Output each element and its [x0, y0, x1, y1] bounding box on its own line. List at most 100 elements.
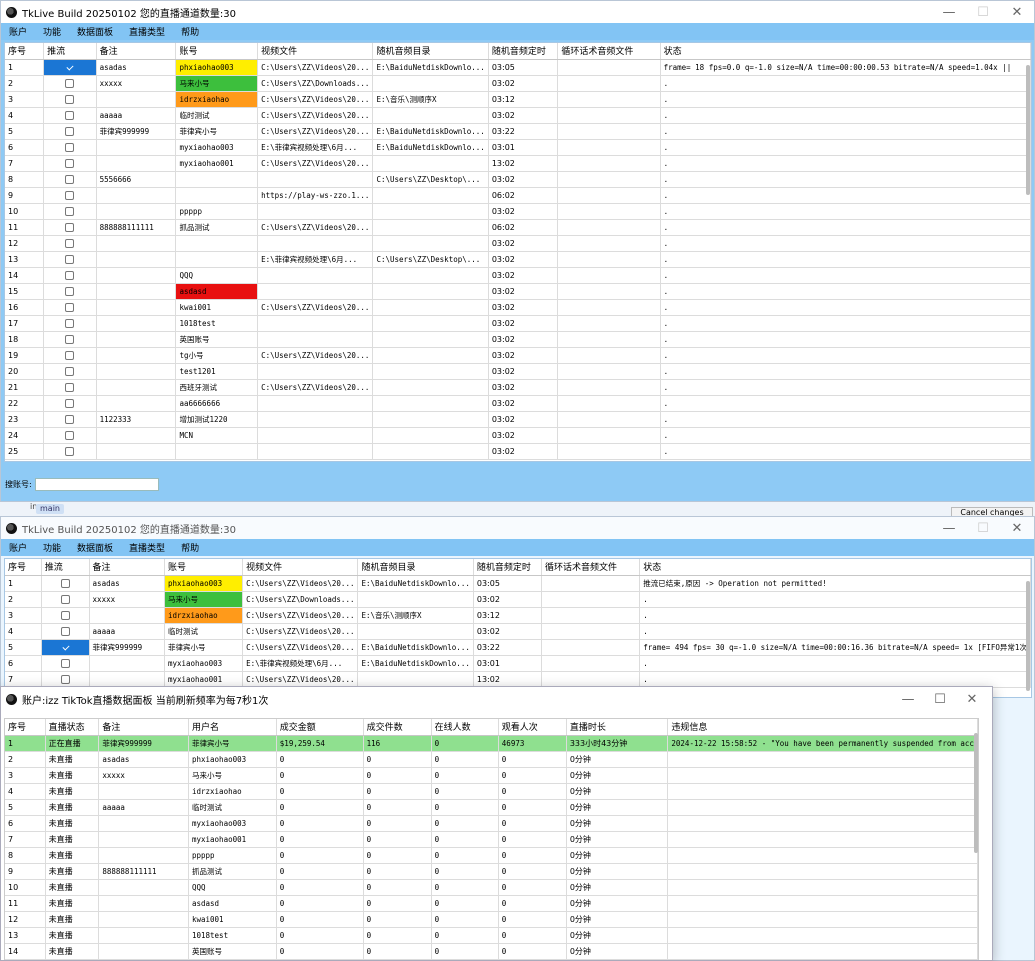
- cell-video-file[interactable]: C:\Users\ZZ\Videos\20...: [242, 575, 359, 592]
- cell-online-count[interactable]: 0: [431, 783, 499, 800]
- push-checkbox[interactable]: [65, 158, 75, 168]
- cell-loop-audio[interactable]: [541, 575, 641, 592]
- push-checkbox[interactable]: [65, 94, 75, 104]
- cell-view-count[interactable]: 0: [498, 783, 567, 800]
- cell-audio-timer[interactable]: 03:02: [488, 251, 559, 268]
- cell-account[interactable]: 英国账号: [175, 331, 259, 348]
- cell-violation-info[interactable]: [667, 815, 978, 832]
- table-row[interactable]: 9 未直播 888888111111 抓品测试 0 0 0 0 0分钟: [5, 863, 978, 880]
- cell-note[interactable]: [96, 331, 177, 348]
- push-checkbox[interactable]: [65, 286, 75, 296]
- cell-audio-dir[interactable]: [372, 75, 489, 92]
- cell-video-file[interactable]: C:\Users\ZZ\Downloads...: [257, 75, 374, 92]
- push-checkbox[interactable]: [65, 350, 75, 360]
- column-header-account[interactable]: 账号: [164, 559, 244, 576]
- cell-index[interactable]: 20: [5, 363, 45, 380]
- column-header-note[interactable]: 备注: [98, 719, 189, 736]
- cell-status[interactable]: frame= 494 fps= 30 q=-1.0 size=N/A time=…: [639, 639, 1031, 656]
- cell-index[interactable]: 2: [5, 751, 46, 768]
- push-checkbox[interactable]: [65, 110, 75, 120]
- column-header-violation-info[interactable]: 违规信息: [667, 719, 978, 736]
- cell-live-duration[interactable]: 0分钟: [566, 911, 669, 928]
- cell-index[interactable]: 14: [5, 267, 45, 284]
- cell-note[interactable]: [98, 847, 189, 864]
- cell-note[interactable]: [89, 671, 165, 688]
- table-row[interactable]: 1 asadas phxiaohao003 C:\Users\ZZ\Videos\20…: [5, 59, 1031, 76]
- cell-audio-dir[interactable]: E:\BaiduNetdiskDownlo...: [357, 575, 474, 592]
- cell-audio-timer[interactable]: 03:02: [488, 395, 559, 412]
- cell-sales-amount[interactable]: 0: [276, 847, 364, 864]
- cell-account[interactable]: 马来小号: [175, 75, 259, 92]
- cell-live-duration[interactable]: 0分钟: [566, 879, 669, 896]
- cell-loop-audio[interactable]: [557, 203, 661, 220]
- cell-video-file[interactable]: C:\Users\ZZ\Videos\20...: [242, 607, 359, 624]
- cell-items-sold[interactable]: 0: [363, 831, 432, 848]
- cell-online-count[interactable]: 0: [431, 751, 499, 768]
- push-checkbox[interactable]: [65, 142, 75, 152]
- cell-account[interactable]: 增加测试1220: [175, 411, 259, 428]
- cell-username[interactable]: ppppp: [188, 847, 277, 864]
- cell-status[interactable]: .: [660, 171, 1031, 188]
- cell-live-duration[interactable]: 0分钟: [566, 815, 669, 832]
- cell-loop-audio[interactable]: [557, 443, 661, 460]
- table-row[interactable]: 7 未直播 myxiaohao001 0 0 0 0 0分钟: [5, 831, 978, 848]
- cell-status[interactable]: .: [660, 203, 1031, 220]
- cell-username[interactable]: 临时测试: [188, 799, 277, 816]
- push-checkbox[interactable]: [65, 222, 75, 232]
- cell-sales-amount[interactable]: 0: [276, 943, 364, 960]
- push-checkbox-cell[interactable]: [41, 591, 90, 608]
- cell-audio-dir[interactable]: [372, 235, 489, 252]
- cell-violation-info[interactable]: [667, 831, 978, 848]
- cell-audio-timer[interactable]: 03:05: [488, 59, 559, 76]
- push-checkbox[interactable]: [65, 430, 75, 440]
- cell-audio-timer[interactable]: 03:22: [473, 639, 542, 656]
- push-checkbox[interactable]: [65, 446, 75, 456]
- cell-violation-info[interactable]: [667, 847, 978, 864]
- cell-audio-dir[interactable]: E:\BaiduNetdiskDownlo...: [372, 123, 489, 140]
- cell-status[interactable]: .: [660, 411, 1031, 428]
- cell-video-file[interactable]: C:\Users\ZZ\Videos\20...: [242, 639, 359, 656]
- cell-live-duration[interactable]: 0分钟: [566, 863, 669, 880]
- cell-status[interactable]: .: [660, 299, 1031, 316]
- cell-note[interactable]: [96, 347, 177, 364]
- cell-note[interactable]: [96, 427, 177, 444]
- cell-audio-timer[interactable]: 03:22: [488, 123, 559, 140]
- cell-sales-amount[interactable]: 0: [276, 879, 364, 896]
- cell-username[interactable]: 菲律宾小号: [188, 735, 277, 752]
- cell-audio-timer[interactable]: 03:02: [488, 267, 559, 284]
- cell-audio-timer[interactable]: 03:02: [488, 315, 559, 332]
- cell-index[interactable]: 19: [5, 347, 45, 364]
- cell-live-state[interactable]: 未直播: [45, 879, 100, 896]
- cell-online-count[interactable]: 0: [431, 911, 499, 928]
- cell-audio-timer[interactable]: 03:01: [488, 139, 559, 156]
- cell-note[interactable]: [96, 91, 177, 108]
- column-header-items-sold[interactable]: 成交件数: [363, 719, 432, 736]
- cell-video-file[interactable]: C:\Users\ZZ\Videos\20...: [257, 91, 374, 108]
- table-row[interactable]: 11 未直播 asdasd 0 0 0 0 0分钟: [5, 895, 978, 912]
- cell-view-count[interactable]: 0: [498, 831, 567, 848]
- cell-violation-info[interactable]: [667, 927, 978, 944]
- cell-status[interactable]: .: [639, 655, 1031, 672]
- cell-items-sold[interactable]: 0: [363, 863, 432, 880]
- table-row[interactable]: 13 未直播 1018test 0 0 0 0 0分钟: [5, 927, 978, 944]
- cell-video-file[interactable]: [257, 235, 374, 252]
- cell-username[interactable]: idrzxiaohao: [188, 783, 277, 800]
- menu-function[interactable]: 功能: [35, 541, 69, 554]
- cell-account[interactable]: [175, 171, 259, 188]
- cell-status[interactable]: .: [660, 251, 1031, 268]
- cell-video-file[interactable]: E:\菲律宾视频处理\6月...: [242, 655, 359, 672]
- column-header-video-file[interactable]: 视频文件: [257, 43, 374, 60]
- cell-account[interactable]: 临时测试: [175, 107, 259, 124]
- cell-sales-amount[interactable]: 0: [276, 751, 364, 768]
- cell-live-duration[interactable]: 0分钟: [566, 943, 669, 960]
- cell-index[interactable]: 24: [5, 427, 45, 444]
- cell-index[interactable]: 9: [5, 863, 46, 880]
- minimize-icon[interactable]: —: [932, 517, 966, 539]
- cell-note[interactable]: 菲律宾999999: [98, 735, 189, 752]
- cell-live-duration[interactable]: 0分钟: [566, 799, 669, 816]
- maximize-icon[interactable]: ☐: [966, 1, 1000, 23]
- cell-violation-info[interactable]: [667, 895, 978, 912]
- cell-index[interactable]: 6: [5, 139, 45, 156]
- cell-loop-audio[interactable]: [557, 363, 661, 380]
- cell-index[interactable]: 8: [5, 171, 45, 188]
